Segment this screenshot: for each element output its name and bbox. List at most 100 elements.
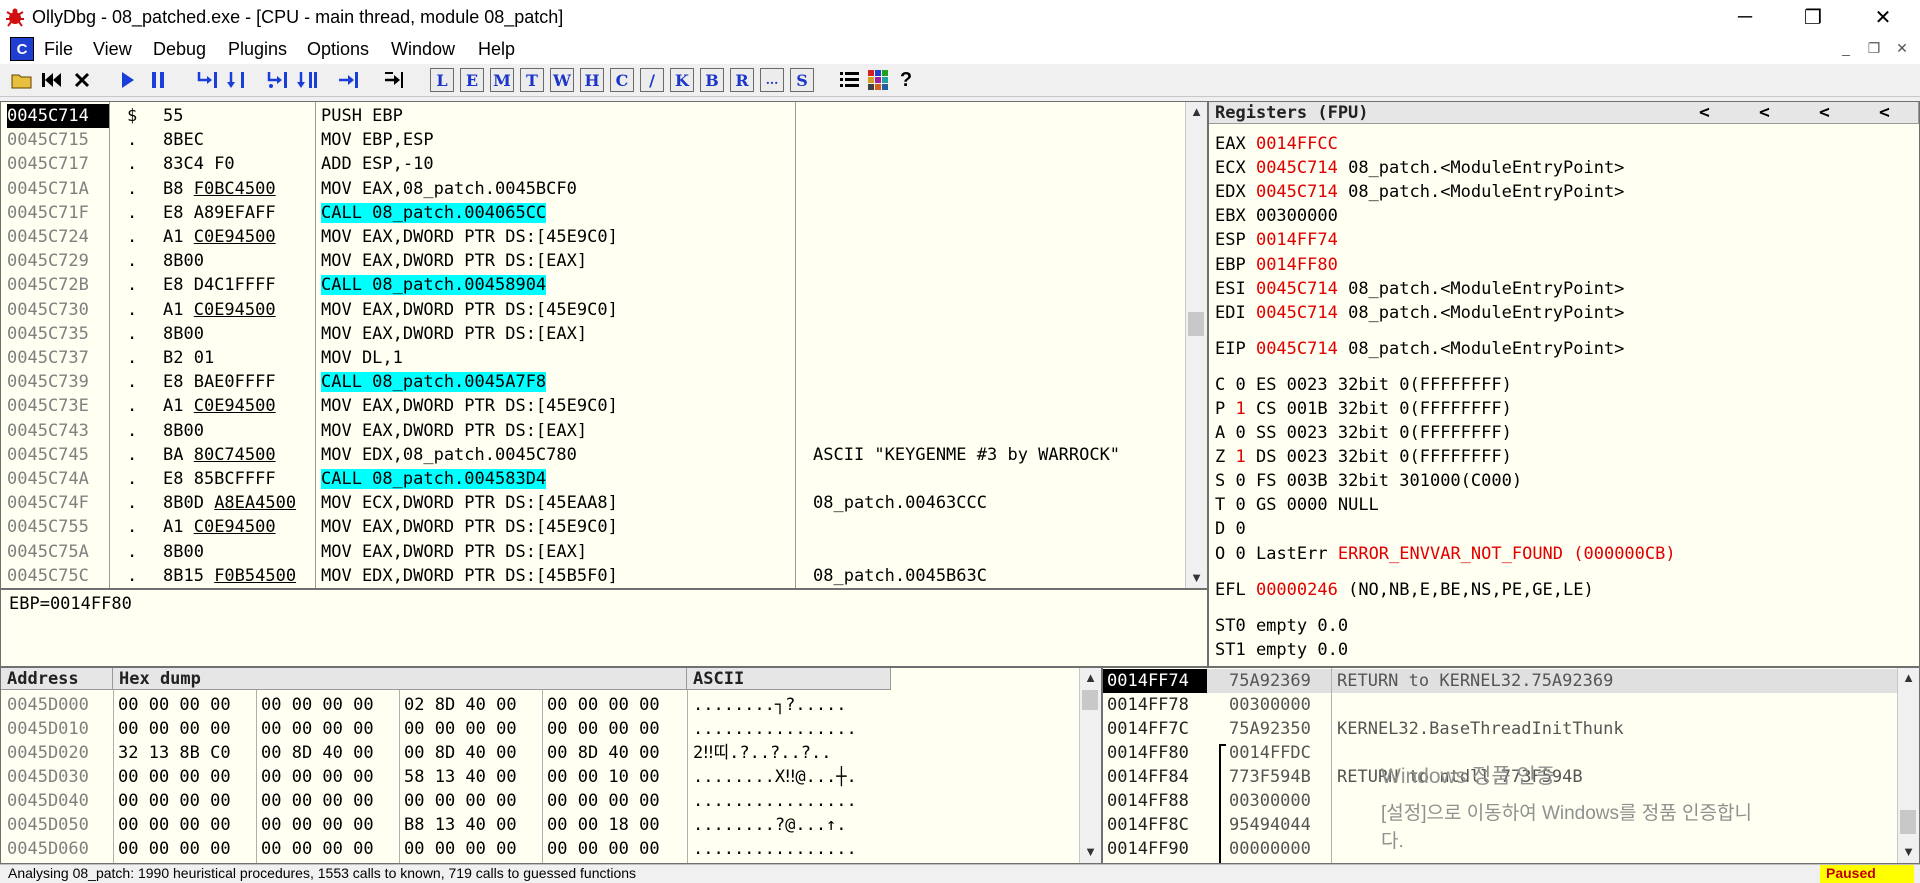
restart-icon[interactable]: [40, 68, 64, 92]
disasm-row[interactable]: 0045C729. 8B00 MOV EAX,DWORD PTR DS:[EAX]: [1, 249, 1185, 273]
flag-s[interactable]: S 0 FS 003B 32bit 301000(C000): [1215, 471, 1522, 491]
flag-value[interactable]: 0: [1235, 495, 1245, 515]
dump-hex-group[interactable]: 00 00 00 00: [118, 765, 252, 789]
disasm-address[interactable]: 0045C714: [7, 104, 109, 128]
close-button[interactable]: ✕: [1854, 0, 1912, 34]
register-esi[interactable]: ESI 0045C714 08_patch.<ModuleEntryPoint>: [1215, 279, 1624, 299]
dump-hex-group[interactable]: B8 13 40 00: [404, 813, 538, 837]
step-over-icon[interactable]: [226, 68, 250, 92]
dump-address[interactable]: 0045D020: [7, 741, 111, 765]
dump-ascii[interactable]: ................: [693, 717, 889, 741]
dump-hex-group[interactable]: 00 00 00 00: [547, 837, 681, 861]
dump-hex-group[interactable]: 00 00 00 00: [118, 717, 252, 741]
dump-row[interactable]: 0045D060 00 00 00 00 00 00 00 00 00 00 00 0…: [1, 837, 1079, 861]
registers-pane[interactable]: Registers (FPU) < < < < EAX 0014FFCC ECX …: [1208, 101, 1920, 667]
source-window-button[interactable]: S: [790, 68, 814, 92]
dump-hex-group[interactable]: 00 00 00 00: [118, 837, 252, 861]
dump-ascii[interactable]: ................: [693, 789, 889, 813]
dump-hex-group[interactable]: 00 00 00 00: [547, 789, 681, 813]
dump-address[interactable]: 0045D010: [7, 717, 111, 741]
flag-t[interactable]: T 0 GS 0000 NULL: [1215, 495, 1379, 515]
dump-row[interactable]: 0045D020 32 13 8B C0 00 8D 40 00 00 8D 40 0…: [1, 741, 1079, 765]
disasm-address[interactable]: 0045C73E: [7, 394, 109, 418]
scroll-up-icon[interactable]: ▲: [1080, 668, 1101, 688]
mdi-restore-button[interactable]: ❐: [1864, 40, 1884, 60]
dump-hex-group[interactable]: 00 00 00 00: [261, 813, 395, 837]
stack-address[interactable]: 0014FF78: [1103, 693, 1207, 717]
disasm-row[interactable]: 0045C717. 83C4 F0 ADD ESP,-10: [1, 152, 1185, 176]
flag-c[interactable]: C 0 ES 0023 32bit 0(FFFFFFFF): [1215, 375, 1512, 395]
disasm-address[interactable]: 0045C74A: [7, 467, 109, 491]
dump-address[interactable]: 0045D040: [7, 789, 111, 813]
flag-value[interactable]: 0: [1235, 375, 1245, 395]
flag-d[interactable]: D 0: [1215, 519, 1246, 539]
dump-row[interactable]: 0045D040 00 00 00 00 00 00 00 00 00 00 00 0…: [1, 789, 1079, 813]
registers-header[interactable]: Registers (FPU) < < < <: [1209, 102, 1919, 124]
disassembly-scrollbar[interactable]: ▲ ▼: [1185, 102, 1207, 588]
disasm-row[interactable]: 0045C730. A1 C0E94500 MOV EAX,DWORD PTR DS…: [1, 298, 1185, 322]
flag-z[interactable]: Z 1 DS 0023 32bit 0(FFFFFFFF): [1215, 447, 1512, 467]
disasm-row[interactable]: 0045C75C. 8B15 F0B54500 MOV EDX,DWORD PTR …: [1, 564, 1185, 588]
disasm-address[interactable]: 0045C739: [7, 370, 109, 394]
register-value[interactable]: 0045C714: [1256, 279, 1338, 299]
dump-hex-group[interactable]: 00 00 00 00: [118, 693, 252, 717]
execute-till-return-icon[interactable]: [336, 68, 360, 92]
register-esp[interactable]: ESP 0014FF74: [1215, 230, 1338, 250]
dump-address[interactable]: 0045D030: [7, 765, 111, 789]
stack-scrollbar[interactable]: ▲ ▼: [1897, 668, 1919, 863]
menu-view[interactable]: View: [93, 39, 132, 60]
dump-hex-group[interactable]: 00 00 00 00: [261, 837, 395, 861]
register-value[interactable]: 0045C714: [1256, 303, 1338, 323]
mdi-minimize-button[interactable]: _: [1836, 40, 1856, 60]
disasm-row[interactable]: 0045C735. 8B00 MOV EAX,DWORD PTR DS:[EAX]: [1, 322, 1185, 346]
menu-file[interactable]: File: [44, 39, 73, 60]
menu-help[interactable]: Help: [478, 39, 515, 60]
dump-hex-group[interactable]: 00 00 00 00: [261, 789, 395, 813]
windows-list-button[interactable]: W: [550, 68, 574, 92]
register-value[interactable]: 00300000: [1256, 206, 1338, 226]
stack-address[interactable]: 0014FF74: [1103, 669, 1207, 693]
dump-hex-group[interactable]: 02 8D 40 00: [404, 693, 538, 717]
disasm-row[interactable]: 0045C745. BA 80C74500 MOV EDX,08_patch.004…: [1, 443, 1185, 467]
stack-value[interactable]: 95494044: [1229, 813, 1329, 837]
disasm-row[interactable]: 0045C755. A1 C0E94500 MOV EAX,DWORD PTR DS…: [1, 515, 1185, 539]
register-ebp[interactable]: EBP 0014FF80: [1215, 255, 1338, 275]
disasm-address[interactable]: 0045C75C: [7, 564, 109, 588]
stack-address[interactable]: 0014FF90: [1103, 837, 1207, 861]
disasm-row[interactable]: 0045C71A. B8 F0BC4500 MOV EAX,08_patch.004…: [1, 177, 1185, 201]
register-eip[interactable]: EIP 0045C714 08_patch.<ModuleEntryPoint>: [1215, 339, 1624, 359]
references-window-button[interactable]: R: [730, 68, 754, 92]
dump-row[interactable]: 0045D030 00 00 00 00 00 00 00 00 58 13 40 0…: [1, 765, 1079, 789]
flag-a[interactable]: A 0 SS 0023 32bit 0(FFFFFFFF): [1215, 423, 1512, 443]
flag-o[interactable]: O 0 LastErr ERROR_ENVVAR_NOT_FOUND (0000…: [1215, 544, 1676, 564]
scroll-thumb[interactable]: [1082, 690, 1098, 710]
dump-ascii[interactable]: ........?@...↑.: [693, 813, 889, 837]
stack-row[interactable]: 0014FF78 00300000: [1103, 693, 1897, 717]
chevron-left-icon[interactable]: <: [1759, 102, 1770, 123]
dump-header-address[interactable]: Address: [1, 668, 113, 690]
disasm-address[interactable]: 0045C72B: [7, 273, 109, 297]
register-edx[interactable]: EDX 0045C714 08_patch.<ModuleEntryPoint>: [1215, 182, 1624, 202]
dump-hex-group[interactable]: 00 00 00 00: [261, 693, 395, 717]
trace-into-icon[interactable]: [266, 68, 290, 92]
dump-hex-group[interactable]: 00 00 00 00: [404, 837, 538, 861]
dump-address[interactable]: 0045D060: [7, 837, 111, 861]
disasm-address[interactable]: 0045C71F: [7, 201, 109, 225]
stack-value[interactable]: 75A92369: [1229, 669, 1329, 693]
go-to-address-icon[interactable]: [382, 68, 406, 92]
disasm-row[interactable]: 0045C724. A1 C0E94500 MOV EAX,DWORD PTR DS…: [1, 225, 1185, 249]
chevron-left-icon[interactable]: <: [1879, 102, 1890, 123]
cpu-window-icon[interactable]: C: [10, 37, 34, 61]
dump-address[interactable]: 0045D050: [7, 813, 111, 837]
dump-hex-group[interactable]: 00 8D 40 00: [547, 741, 681, 765]
disasm-row[interactable]: 0045C737. B2 01 MOV DL,1: [1, 346, 1185, 370]
register-eax[interactable]: EAX 0014FFCC: [1215, 134, 1338, 154]
disasm-address[interactable]: 0045C71A: [7, 177, 109, 201]
log-window-button[interactable]: L: [430, 68, 454, 92]
dump-row[interactable]: 0045D050 00 00 00 00 00 00 00 00 B8 13 40 0…: [1, 813, 1079, 837]
register-edi[interactable]: EDI 0045C714 08_patch.<ModuleEntryPoint>: [1215, 303, 1624, 323]
disasm-row[interactable]: 0045C715. 8BEC MOV EBP,ESP: [1, 128, 1185, 152]
dump-hex-group[interactable]: 32 13 8B C0: [118, 741, 252, 765]
mdi-close-button[interactable]: ✕: [1892, 40, 1912, 60]
restore-button[interactable]: ❐: [1784, 0, 1842, 34]
